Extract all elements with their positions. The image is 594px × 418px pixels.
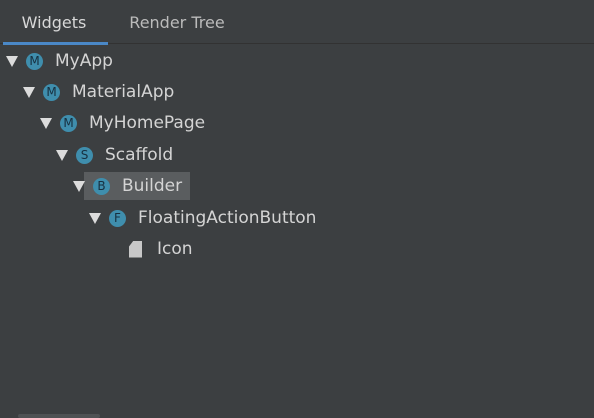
expand-arrow-icon[interactable] [89, 212, 101, 224]
tree-node-myapp[interactable]: M MyApp [6, 47, 113, 75]
tree-node-label: FloatingActionButton [138, 208, 317, 228]
widget-inspector-panel: Widgets Render Tree M MyApp M MaterialAp… [0, 0, 594, 418]
tree-node-label: MyApp [55, 51, 113, 71]
tree-node-scaffold[interactable]: S Scaffold [56, 141, 173, 169]
tree-node-label: MyHomePage [89, 113, 206, 133]
tab-widgets[interactable]: Widgets [0, 0, 108, 45]
file-icon [129, 240, 142, 258]
tab-render-tree[interactable]: Render Tree [108, 0, 246, 44]
tab-widgets-label: Widgets [21, 13, 87, 32]
widget-badge-icon: S [76, 146, 93, 164]
expand-arrow-icon[interactable] [23, 86, 35, 98]
widget-badge-icon: M [60, 114, 77, 132]
expand-arrow-icon[interactable] [73, 180, 85, 192]
widget-badge-icon: F [109, 209, 126, 227]
widget-tree: M MyApp M MaterialApp M MyHomePage S Sca… [0, 44, 594, 418]
tree-node-builder[interactable]: B Builder [73, 172, 190, 200]
tree-node-materialapp[interactable]: M MaterialApp [23, 78, 174, 106]
tree-node-floatingactionbutton[interactable]: F FloatingActionButton [89, 204, 316, 232]
widget-badge-icon: M [43, 83, 60, 101]
tab-render-tree-label: Render Tree [129, 13, 225, 32]
widget-badge-icon: M [26, 52, 43, 70]
horizontal-scrollbar[interactable] [18, 414, 100, 418]
expand-arrow-icon[interactable] [6, 55, 18, 67]
tree-node-icon[interactable]: Icon [129, 235, 193, 263]
expand-arrow-icon[interactable] [56, 149, 68, 161]
tree-node-label: Icon [157, 239, 193, 259]
expand-arrow-icon[interactable] [40, 117, 52, 129]
tree-node-label: MaterialApp [72, 82, 175, 102]
widget-badge-icon: B [93, 177, 110, 195]
tree-node-myhomepage[interactable]: M MyHomePage [40, 109, 205, 137]
tree-node-label: Scaffold [105, 145, 174, 165]
tree-node-label: Builder [122, 176, 183, 196]
tab-bar: Widgets Render Tree [0, 0, 594, 45]
